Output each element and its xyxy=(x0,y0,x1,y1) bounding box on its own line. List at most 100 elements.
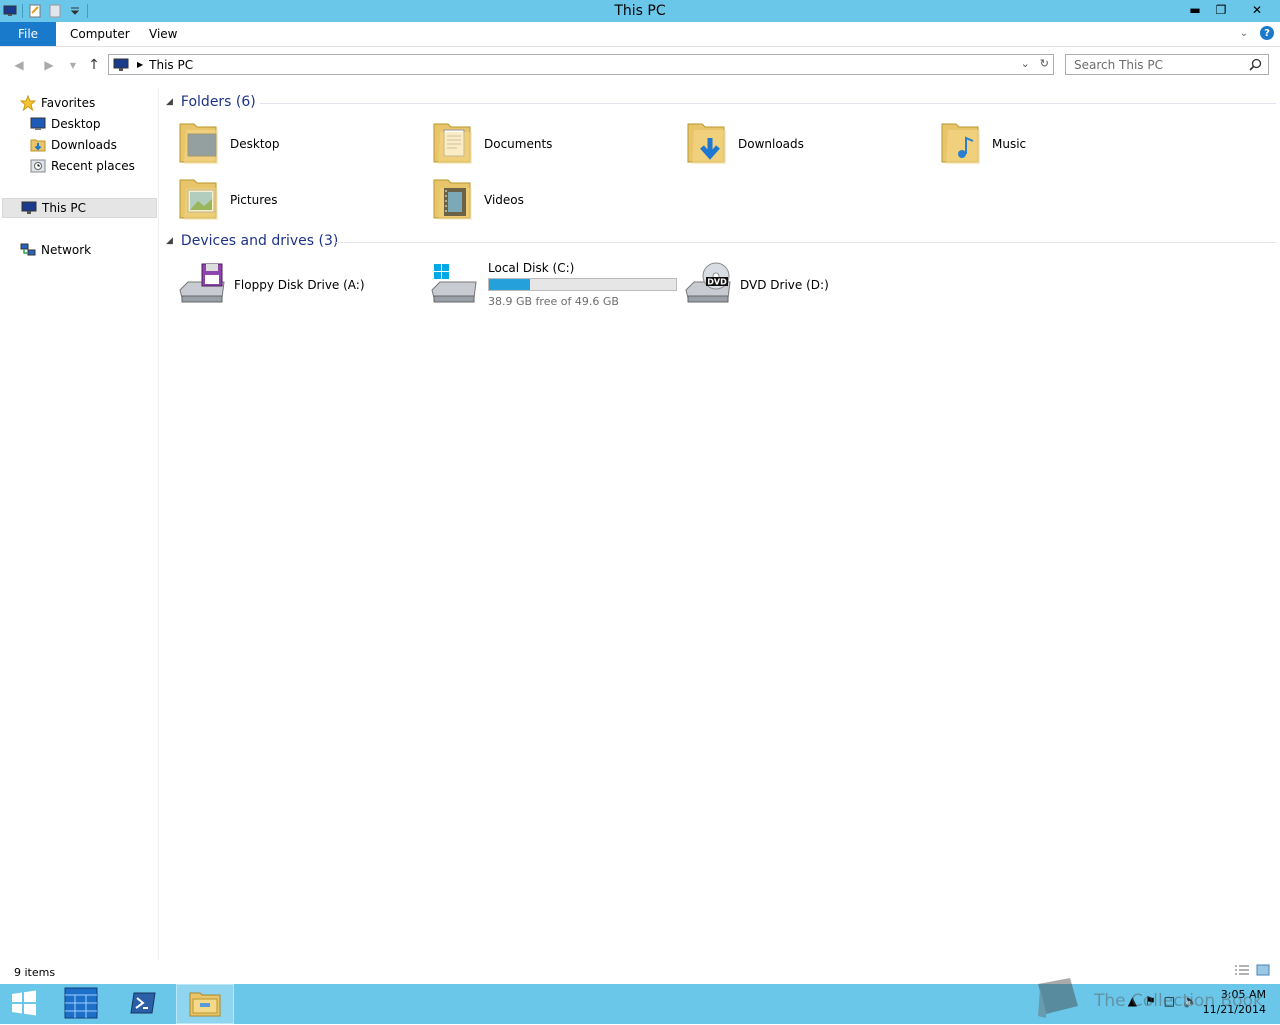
minimize-button[interactable]: ▬ xyxy=(1182,0,1208,20)
search-input[interactable]: Search This PC xyxy=(1074,58,1163,72)
documents-folder-icon xyxy=(432,118,476,169)
back-button[interactable]: ◀ xyxy=(10,56,28,74)
expand-ribbon-icon[interactable]: ⌄ xyxy=(1240,28,1248,39)
drive-tile-floppy[interactable]: Floppy Disk Drive (A:) xyxy=(178,260,365,309)
nav-item-desktop[interactable]: Desktop xyxy=(30,114,101,134)
drive-tile-local-disk[interactable]: Local Disk (C:) 38.9 GB free of 49.6 GB xyxy=(430,260,677,309)
downloads-folder-icon xyxy=(30,137,46,153)
breadcrumb[interactable]: This PC xyxy=(149,58,193,72)
taskbar-powershell[interactable] xyxy=(120,984,166,1024)
tab-file[interactable]: File xyxy=(0,22,56,46)
pictures-folder-icon xyxy=(178,174,222,225)
large-icons-view-icon[interactable] xyxy=(1256,964,1270,979)
properties-icon[interactable] xyxy=(27,3,43,19)
music-folder-icon xyxy=(940,118,984,169)
folder-tile-videos[interactable]: Videos xyxy=(432,174,524,225)
drive-tile-dvd[interactable]: DVD DVD Drive (D:) xyxy=(684,260,829,309)
star-icon xyxy=(20,95,36,111)
content-pane: ◢ Folders (6) Desktop Documents Download… xyxy=(160,88,1280,960)
collapse-triangle-icon[interactable]: ◢ xyxy=(166,97,173,107)
navigation-pane: Favorites Desktop Downloads Recent place… xyxy=(0,88,159,960)
group-header-folders[interactable]: ◢ Folders (6) xyxy=(166,94,1276,110)
toolbar-separator xyxy=(87,4,88,18)
nav-item-favorites[interactable]: Favorites xyxy=(20,93,95,113)
action-center-flag-icon[interactable]: ⚑ xyxy=(1145,994,1156,1008)
window-title: This PC xyxy=(614,3,666,19)
network-icon xyxy=(20,242,36,258)
nav-item-this-pc[interactable]: This PC xyxy=(2,198,157,218)
desktop-icon xyxy=(30,116,46,132)
computer-icon[interactable] xyxy=(2,3,18,19)
clock-time: 3:05 AM xyxy=(1220,988,1266,1001)
address-controls: ⌄ ↻ xyxy=(1021,57,1049,70)
nav-item-recent-places[interactable]: Recent places xyxy=(30,156,135,176)
folder-tile-documents[interactable]: Documents xyxy=(432,118,552,169)
collapse-triangle-icon[interactable]: ◢ xyxy=(166,236,173,246)
chevron-down-icon: ▼ xyxy=(69,60,77,70)
up-button[interactable]: ↑ xyxy=(85,56,103,74)
drive-label: Local Disk (C:) xyxy=(488,261,575,275)
search-box[interactable]: Search This PC xyxy=(1065,54,1269,75)
folder-label: Documents xyxy=(484,136,553,151)
volume-icon[interactable]: 🔈 xyxy=(1183,994,1198,1008)
folder-tile-music[interactable]: Music xyxy=(940,118,1026,169)
nav-item-network[interactable]: Network xyxy=(20,240,91,260)
nav-item-downloads[interactable]: Downloads xyxy=(30,135,117,155)
windows-logo-icon xyxy=(11,990,37,1019)
folder-tile-pictures[interactable]: Pictures xyxy=(178,174,278,225)
show-hidden-icons-icon[interactable]: ▲ xyxy=(1128,994,1137,1008)
taskbar: ▲ ⚑ □ 🔈 3:05 AM 11/21/2014 xyxy=(0,984,1280,1024)
close-button[interactable]: ✕ xyxy=(1234,0,1280,20)
minimize-icon: ▬ xyxy=(1189,3,1201,17)
recent-locations-button[interactable]: ▼ xyxy=(64,56,82,74)
taskbar-file-explorer[interactable] xyxy=(176,984,234,1024)
forward-arrow-icon: ▶ xyxy=(44,58,54,72)
nav-item-label: Recent places xyxy=(51,159,135,173)
chevron-down-icon[interactable]: ⌄ xyxy=(1021,57,1030,70)
svg-text:DVD: DVD xyxy=(707,278,727,287)
folder-tile-downloads[interactable]: Downloads xyxy=(686,118,804,169)
system-tray: ▲ ⚑ □ 🔈 xyxy=(1128,994,1198,1008)
group-divider xyxy=(336,242,1276,243)
folder-label: Downloads xyxy=(738,136,804,151)
restore-icon: ❐ xyxy=(1215,3,1227,17)
forward-button[interactable]: ▶ xyxy=(40,56,58,74)
taskbar-server-manager[interactable] xyxy=(58,984,104,1024)
up-arrow-icon: ↑ xyxy=(88,57,100,73)
file-explorer-icon xyxy=(189,989,221,1020)
computer-icon xyxy=(113,58,129,72)
drive-label: DVD Drive (D:) xyxy=(740,277,829,292)
nav-item-label: Favorites xyxy=(41,96,96,110)
start-button[interactable] xyxy=(0,984,48,1024)
group-header-devices[interactable]: ◢ Devices and drives (3) xyxy=(166,233,1276,249)
drive-label: Floppy Disk Drive (A:) xyxy=(234,277,365,292)
clock-date: 11/21/2014 xyxy=(1202,1003,1266,1016)
customize-toolbar-icon[interactable] xyxy=(67,3,83,19)
nav-item-label: Network xyxy=(41,243,92,257)
breadcrumb-chevron-icon[interactable]: ▶ xyxy=(137,60,143,69)
floppy-drive-icon xyxy=(178,260,226,309)
server-manager-icon xyxy=(64,987,98,1022)
folder-label: Music xyxy=(992,136,1027,151)
videos-folder-icon xyxy=(432,174,476,225)
desktop-folder-icon xyxy=(178,118,222,169)
dvd-drive-icon: DVD xyxy=(684,260,732,309)
details-view-icon[interactable] xyxy=(1234,964,1250,979)
folder-tile-desktop[interactable]: Desktop xyxy=(178,118,280,169)
tab-view[interactable]: View xyxy=(145,22,181,46)
search-icon[interactable] xyxy=(1249,58,1262,74)
recent-places-icon xyxy=(30,158,46,174)
downloads-folder-icon xyxy=(686,118,730,169)
help-icon[interactable]: ? xyxy=(1260,26,1274,40)
restore-button[interactable]: ❐ xyxy=(1208,0,1234,20)
network-tray-icon[interactable]: □ xyxy=(1164,994,1175,1008)
address-bar[interactable]: ▶ This PC ⌄ ↻ xyxy=(108,54,1054,75)
tab-computer[interactable]: Computer xyxy=(66,22,134,46)
clock[interactable]: 3:05 AM 11/21/2014 xyxy=(1203,987,1266,1017)
new-folder-icon[interactable] xyxy=(47,3,63,19)
refresh-icon[interactable]: ↻ xyxy=(1040,57,1049,70)
powershell-icon xyxy=(130,992,156,1017)
status-item-count: 9 items xyxy=(14,966,56,979)
ribbon-controls: ⌄ ? xyxy=(1240,26,1274,40)
disk-usage-bar xyxy=(488,278,677,291)
